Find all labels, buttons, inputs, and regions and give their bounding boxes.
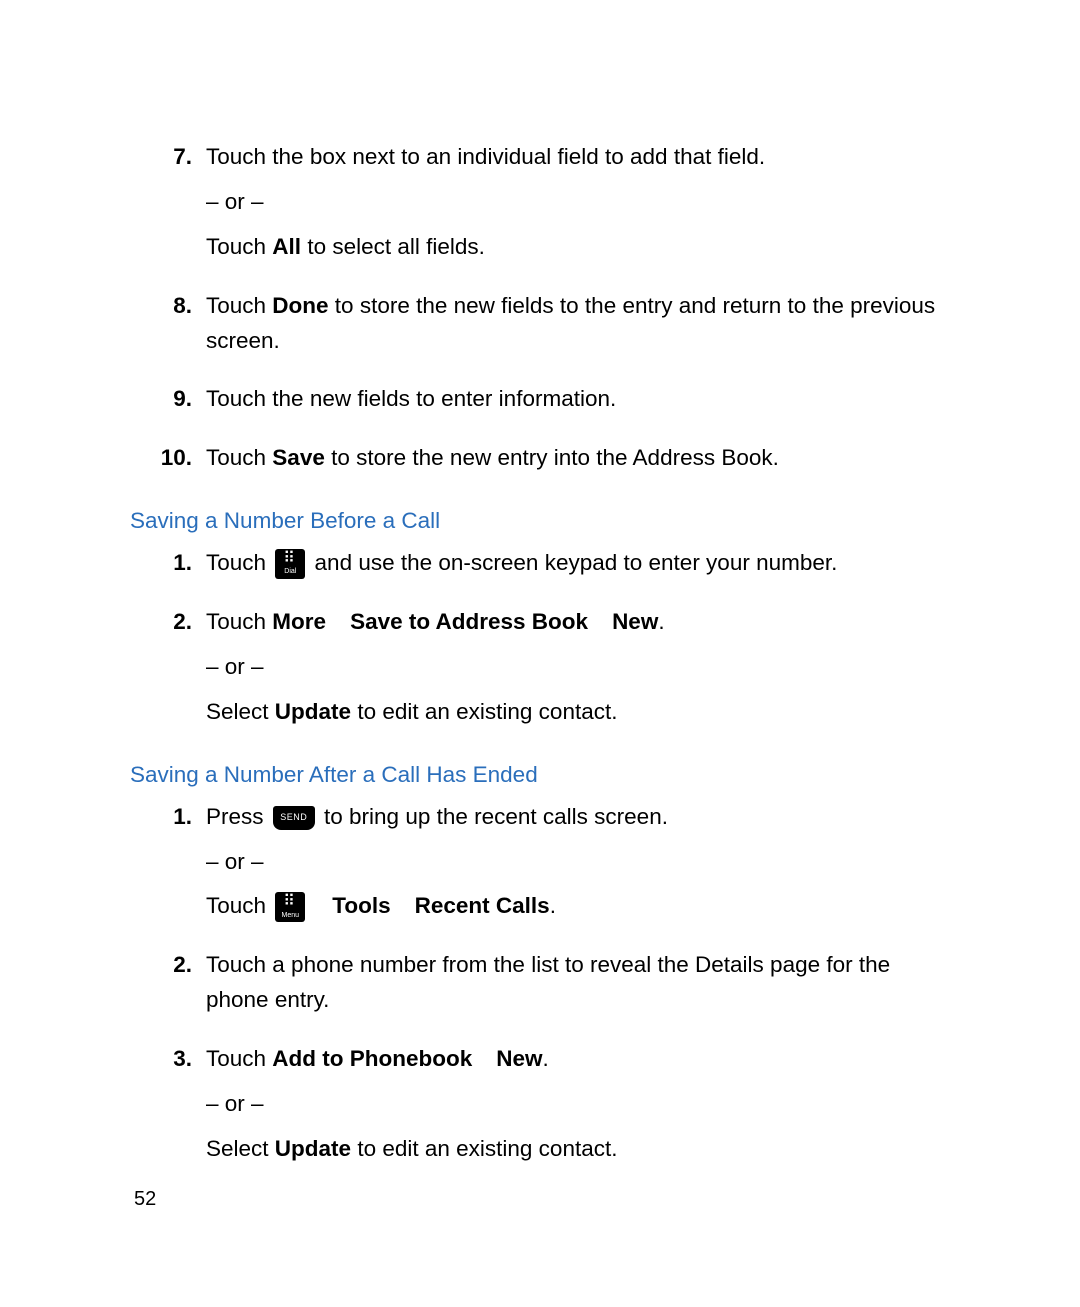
item-body: Touch Add to Phonebook New. – or – Select… bbox=[206, 1042, 950, 1177]
bold-text: More bbox=[272, 609, 326, 634]
item-number: 10. bbox=[130, 441, 206, 486]
send-icon bbox=[273, 806, 315, 830]
text: to edit an existing contact. bbox=[351, 1136, 617, 1161]
text: Press bbox=[206, 804, 270, 829]
item-number: 2. bbox=[130, 605, 206, 740]
bold-text: Update bbox=[275, 699, 351, 724]
item-number: 3. bbox=[130, 1042, 206, 1177]
item-number: 9. bbox=[130, 382, 206, 427]
item-number: 1. bbox=[130, 546, 206, 591]
item-number: 8. bbox=[130, 289, 206, 369]
item-line: Select Update to edit an existing contac… bbox=[206, 695, 950, 730]
section-heading-after-call: Saving a Number After a Call Has Ended bbox=[130, 762, 950, 788]
section-heading-before-call: Saving a Number Before a Call bbox=[130, 508, 950, 534]
item-line: Touch Add to Phonebook New. bbox=[206, 1042, 950, 1077]
item-line: Touch a phone number from the list to re… bbox=[206, 948, 950, 1018]
item-body: Press to bring up the recent calls scree… bbox=[206, 800, 950, 935]
text: to bring up the recent calls screen. bbox=[318, 804, 668, 829]
item-body: Touch the box next to an individual fiel… bbox=[206, 140, 950, 275]
bold-text: Add to Phonebook bbox=[272, 1046, 472, 1071]
text: Touch a phone number from the list to re… bbox=[206, 952, 890, 1012]
list-item: 2. Touch More Save to Address Book New. – … bbox=[130, 605, 950, 740]
text: . bbox=[543, 1046, 549, 1071]
text: Select bbox=[206, 699, 275, 724]
or-separator: – or – bbox=[206, 185, 950, 220]
list-item: 10. Touch Save to store the new entry in… bbox=[130, 441, 950, 486]
bold-text: Update bbox=[275, 1136, 351, 1161]
menu-icon bbox=[275, 892, 305, 922]
item-body: Touch More Save to Address Book New. – or … bbox=[206, 605, 950, 740]
bold-text: Save bbox=[272, 445, 325, 470]
text: Touch bbox=[206, 893, 272, 918]
item-line: Touch Done to store the new fields to th… bbox=[206, 289, 950, 359]
manual-page: 7. Touch the box next to an individual f… bbox=[0, 0, 1080, 1307]
text: to store the new entry into the Address … bbox=[325, 445, 779, 470]
text: to select all fields. bbox=[301, 234, 485, 259]
text: Touch bbox=[206, 609, 272, 634]
text: . bbox=[658, 609, 664, 634]
bold-text: Recent Calls bbox=[415, 893, 550, 918]
text: Touch bbox=[206, 550, 272, 575]
bold-text: Save to Address Book bbox=[350, 609, 588, 634]
item-line: Select Update to edit an existing contac… bbox=[206, 1132, 950, 1167]
item-line: Touch More Save to Address Book New. bbox=[206, 605, 950, 640]
bold-text: Tools bbox=[332, 893, 390, 918]
text: and use the on-screen keypad to enter yo… bbox=[308, 550, 837, 575]
item-body: Touch Done to store the new fields to th… bbox=[206, 289, 950, 369]
bold-text: All bbox=[272, 234, 301, 259]
text: Touch the box next to an individual fiel… bbox=[206, 144, 765, 169]
item-line: Touch and use the on-screen keypad to en… bbox=[206, 546, 950, 581]
text: . bbox=[550, 893, 556, 918]
list-item: 7. Touch the box next to an individual f… bbox=[130, 140, 950, 275]
item-number: 7. bbox=[130, 140, 206, 275]
bold-text: New bbox=[496, 1046, 542, 1071]
or-separator: – or – bbox=[206, 1087, 950, 1122]
text: Touch the new fields to enter informatio… bbox=[206, 386, 616, 411]
item-body: Touch and use the on-screen keypad to en… bbox=[206, 546, 950, 591]
item-body: Touch a phone number from the list to re… bbox=[206, 948, 950, 1028]
text: Touch bbox=[206, 1046, 272, 1071]
list-item: 9. Touch the new fields to enter informa… bbox=[130, 382, 950, 427]
item-line: Touch All to select all fields. bbox=[206, 230, 950, 265]
page-number: 52 bbox=[134, 1188, 156, 1211]
list-item: 1. Touch and use the on-screen keypad to… bbox=[130, 546, 950, 591]
or-separator: – or – bbox=[206, 650, 950, 685]
item-line: Touch the new fields to enter informatio… bbox=[206, 382, 950, 417]
text: to edit an existing contact. bbox=[351, 699, 617, 724]
dial-icon bbox=[275, 549, 305, 579]
bold-text: Done bbox=[272, 293, 328, 318]
text: Select bbox=[206, 1136, 275, 1161]
item-number: 2. bbox=[130, 948, 206, 1028]
list-item: 3. Touch Add to Phonebook New. – or – Sel… bbox=[130, 1042, 950, 1177]
list-item: 2. Touch a phone number from the list to… bbox=[130, 948, 950, 1028]
item-body: Touch the new fields to enter informatio… bbox=[206, 382, 950, 427]
item-line: Press to bring up the recent calls scree… bbox=[206, 800, 950, 835]
or-separator: – or – bbox=[206, 845, 950, 880]
item-line: Touch the box next to an individual fiel… bbox=[206, 140, 950, 175]
text: Touch bbox=[206, 293, 272, 318]
list-item: 1. Press to bring up the recent calls sc… bbox=[130, 800, 950, 935]
text: Touch bbox=[206, 234, 272, 259]
item-line: Touch Save to store the new entry into t… bbox=[206, 441, 950, 476]
item-number: 1. bbox=[130, 800, 206, 935]
text: Touch bbox=[206, 445, 272, 470]
list-item: 8. Touch Done to store the new fields to… bbox=[130, 289, 950, 369]
item-body: Touch Save to store the new entry into t… bbox=[206, 441, 950, 486]
item-line: Touch Tools Recent Calls. bbox=[206, 889, 950, 924]
bold-text: New bbox=[612, 609, 658, 634]
